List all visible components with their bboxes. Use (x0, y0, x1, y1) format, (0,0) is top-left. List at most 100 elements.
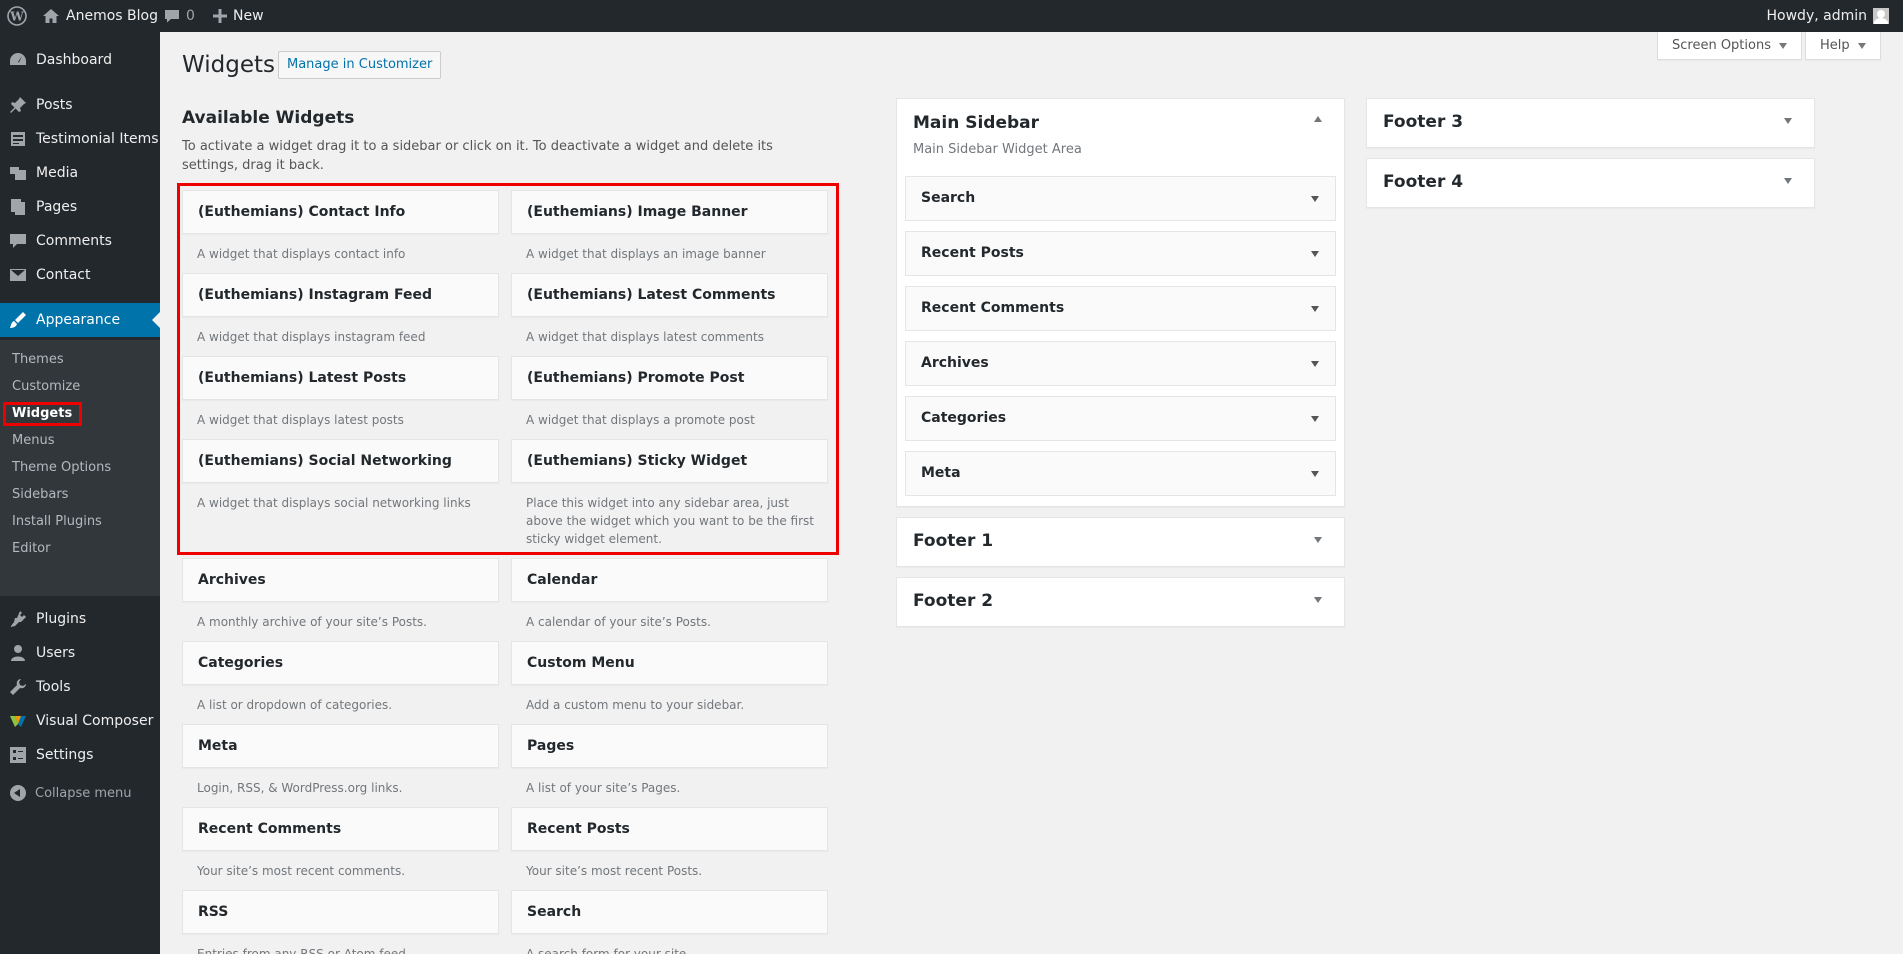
widget-meta[interactable]: Meta (182, 724, 499, 768)
sidebar-widget-categories[interactable]: Categories (905, 396, 1336, 441)
page-title: Widgets (182, 52, 275, 78)
submenu-customize[interactable]: Customize (12, 377, 80, 397)
sidebar-widget-archives[interactable]: Archives (905, 341, 1336, 386)
widget-custom-menu[interactable]: Custom Menu (511, 641, 828, 685)
widget-description: A search form for your site. (526, 947, 691, 954)
widget-archives[interactable]: Archives (182, 558, 499, 602)
media-icon (8, 163, 28, 183)
chevron-up-icon[interactable] (1314, 116, 1322, 122)
widget-description: Your site’s most recent Posts. (526, 864, 703, 878)
manage-in-customizer-button[interactable]: Manage in Customizer (278, 51, 442, 79)
chevron-down-icon[interactable] (1314, 597, 1322, 603)
widget-calendar[interactable]: Calendar (511, 558, 828, 602)
widget-search[interactable]: Search (511, 890, 828, 934)
submenu-theme-options[interactable]: Theme Options (12, 458, 111, 478)
list-icon (8, 129, 28, 149)
menu-label: Visual Composer (36, 713, 154, 729)
submenu-editor[interactable]: Editor (12, 539, 50, 559)
menu-item-appearance[interactable]: Appearance (0, 303, 160, 337)
menu-item-media[interactable]: Media (0, 156, 160, 190)
comment-icon (165, 10, 179, 23)
footer-3-title: Footer 3 (1383, 112, 1464, 132)
new-content-link[interactable]: New (213, 0, 264, 32)
footer-2-area[interactable]: Footer 2 (896, 577, 1345, 627)
footer-2-title: Footer 2 (913, 591, 994, 611)
footer-3-area[interactable]: Footer 3 (1366, 98, 1815, 148)
main-sidebar-description: Main Sidebar Widget Area (913, 142, 1082, 157)
menu-label: Media (36, 165, 79, 181)
sidebar-widget-meta[interactable]: Meta (905, 451, 1336, 496)
euthemians-highlight-frame (177, 183, 839, 555)
chevron-down-icon[interactable] (1784, 178, 1792, 184)
chevron-down-icon[interactable] (1314, 537, 1322, 543)
comments-link[interactable]: 0 (164, 0, 195, 32)
available-widgets-description: To activate a widget drag it to a sideba… (182, 139, 773, 173)
widget-recent-comments[interactable]: Recent Comments (182, 807, 499, 851)
chevron-down-icon[interactable] (1311, 416, 1319, 422)
chevron-down-icon[interactable] (1311, 471, 1319, 477)
howdy-text: Howdy, admin (1766, 8, 1867, 24)
available-widgets-title: Available Widgets (182, 108, 355, 128)
sidebar-widget-recent-posts[interactable]: Recent Posts (905, 231, 1336, 276)
widget-pages[interactable]: Pages (511, 724, 828, 768)
collapse-menu-button[interactable]: Collapse menu (0, 778, 160, 808)
submenu-themes[interactable]: Themes (12, 350, 64, 370)
widget-rss[interactable]: RSS (182, 890, 499, 934)
menu-item-settings[interactable]: Settings (0, 738, 160, 772)
svg-text:W: W (9, 10, 24, 24)
widget-description: A list of your site’s Pages. (526, 781, 681, 795)
mail-icon (8, 265, 28, 285)
sidebar-widget-label: Categories (921, 410, 1007, 426)
menu-item-comments[interactable]: Comments (0, 224, 160, 258)
widgets-highlight-frame (3, 402, 82, 426)
menu-item-users[interactable]: Users (0, 636, 160, 670)
menu-item-testimonial-items[interactable]: Testimonial Items (0, 122, 160, 156)
menu-label: Tools (36, 679, 71, 695)
account-menu[interactable]: Howdy, admin (1767, 0, 1889, 32)
menu-label: Plugins (36, 611, 87, 627)
appearance-submenu: Themes Customize Widgets Menus Theme Opt… (0, 340, 160, 596)
menu-item-dashboard[interactable]: Dashboard (0, 43, 160, 77)
chevron-down-icon[interactable] (1311, 196, 1319, 202)
screen-options-button[interactable]: Screen Options (1657, 32, 1802, 60)
chevron-down-icon[interactable] (1311, 306, 1319, 312)
sidebar-widget-recent-comments[interactable]: Recent Comments (905, 286, 1336, 331)
menu-item-visual-composer[interactable]: Visual Composer (0, 704, 160, 738)
help-button[interactable]: Help (1805, 32, 1881, 60)
wrench-icon (8, 677, 28, 697)
comments-count: 0 (186, 8, 195, 24)
widget-recent-posts[interactable]: Recent Posts (511, 807, 828, 851)
submenu-menus[interactable]: Menus (12, 431, 54, 451)
collapse-label: Collapse menu (35, 785, 132, 801)
sidebar-widget-label: Meta (921, 465, 961, 481)
avatar (1873, 8, 1889, 24)
main-sidebar-title[interactable]: Main Sidebar (913, 113, 1039, 133)
menu-label: Users (36, 645, 76, 661)
home-icon (43, 9, 59, 23)
pushpin-icon (8, 95, 28, 115)
widget-description: A calendar of your site’s Posts. (526, 615, 711, 629)
paintbrush-icon (8, 310, 28, 330)
visual-composer-icon (8, 711, 28, 731)
menu-item-tools[interactable]: Tools (0, 670, 160, 704)
footer-1-area[interactable]: Footer 1 (896, 517, 1345, 567)
menu-item-plugins[interactable]: Plugins (0, 602, 160, 636)
admin-bar: W Anemos Blog 0 New Howdy, admin (0, 0, 1903, 32)
comment-icon (8, 231, 28, 251)
footer-4-area[interactable]: Footer 4 (1366, 158, 1815, 208)
chevron-down-icon[interactable] (1784, 118, 1792, 124)
chevron-down-icon[interactable] (1311, 251, 1319, 257)
site-name-link[interactable]: Anemos Blog (42, 0, 158, 32)
menu-label: Pages (36, 199, 78, 215)
sidebar-widget-search[interactable]: Search (905, 176, 1336, 221)
wordpress-logo-icon[interactable]: W (7, 0, 27, 32)
menu-item-posts[interactable]: Posts (0, 88, 160, 122)
chevron-down-icon[interactable] (1311, 361, 1319, 367)
submenu-sidebars[interactable]: Sidebars (12, 485, 68, 505)
widget-categories[interactable]: Categories (182, 641, 499, 685)
submenu-install-plugins[interactable]: Install Plugins (12, 512, 102, 532)
menu-item-pages[interactable]: Pages (0, 190, 160, 224)
menu-item-contact[interactable]: Contact (0, 258, 160, 292)
footer-4-title: Footer 4 (1383, 172, 1464, 192)
menu-label: Appearance (36, 312, 121, 328)
